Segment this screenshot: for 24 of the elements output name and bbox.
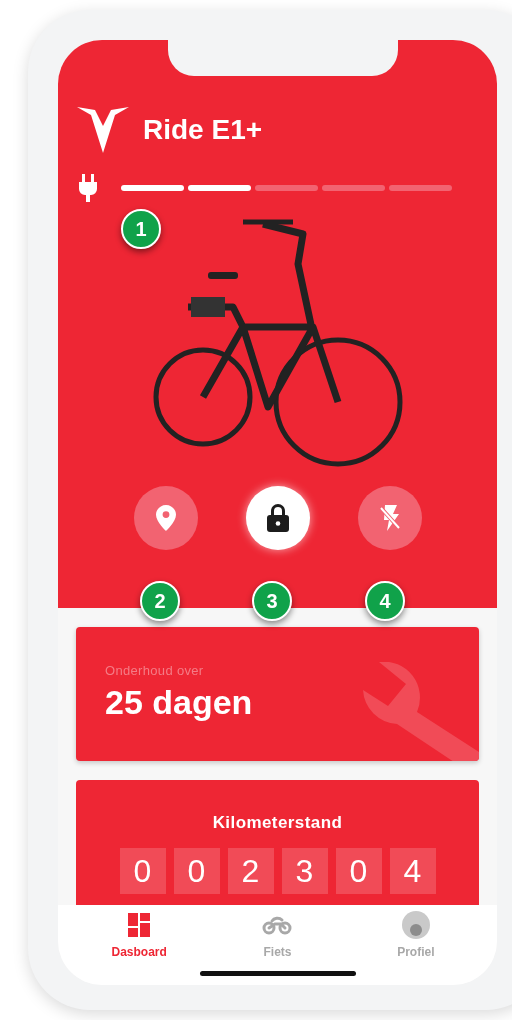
odometer-digit: 4 bbox=[389, 847, 436, 894]
dashboard-tab[interactable]: Dasboard bbox=[94, 911, 185, 961]
odometer-digit: 3 bbox=[281, 847, 328, 894]
lock-icon bbox=[266, 504, 289, 532]
motorbike-icon bbox=[262, 915, 293, 935]
callout-number: 3 bbox=[252, 581, 292, 621]
location-pin-icon bbox=[155, 505, 176, 531]
odometer-digit: 0 bbox=[335, 847, 382, 894]
lock-button[interactable] bbox=[245, 486, 310, 550]
bike-model-title: Ride E1+ bbox=[143, 113, 263, 147]
plug-icon bbox=[79, 174, 97, 202]
odometer-digit: 0 bbox=[173, 847, 220, 894]
odometer-title: Kilometerstand bbox=[212, 812, 343, 834]
callout-number: 4 bbox=[365, 581, 405, 621]
flash-off-icon bbox=[378, 505, 401, 531]
odometer-digit: 0 bbox=[119, 847, 166, 894]
bike-tab[interactable]: Fiets bbox=[232, 911, 323, 961]
maintenance-label: Onderhoud over bbox=[105, 662, 205, 680]
callout-number: 2 bbox=[140, 581, 180, 621]
dashboard-grid-icon bbox=[128, 913, 151, 937]
avatar bbox=[401, 911, 430, 939]
odometer-digit: 2 bbox=[227, 847, 274, 894]
maintenance-value: 25 dagen bbox=[105, 681, 254, 723]
profile-tab[interactable]: Profiel bbox=[370, 911, 461, 961]
